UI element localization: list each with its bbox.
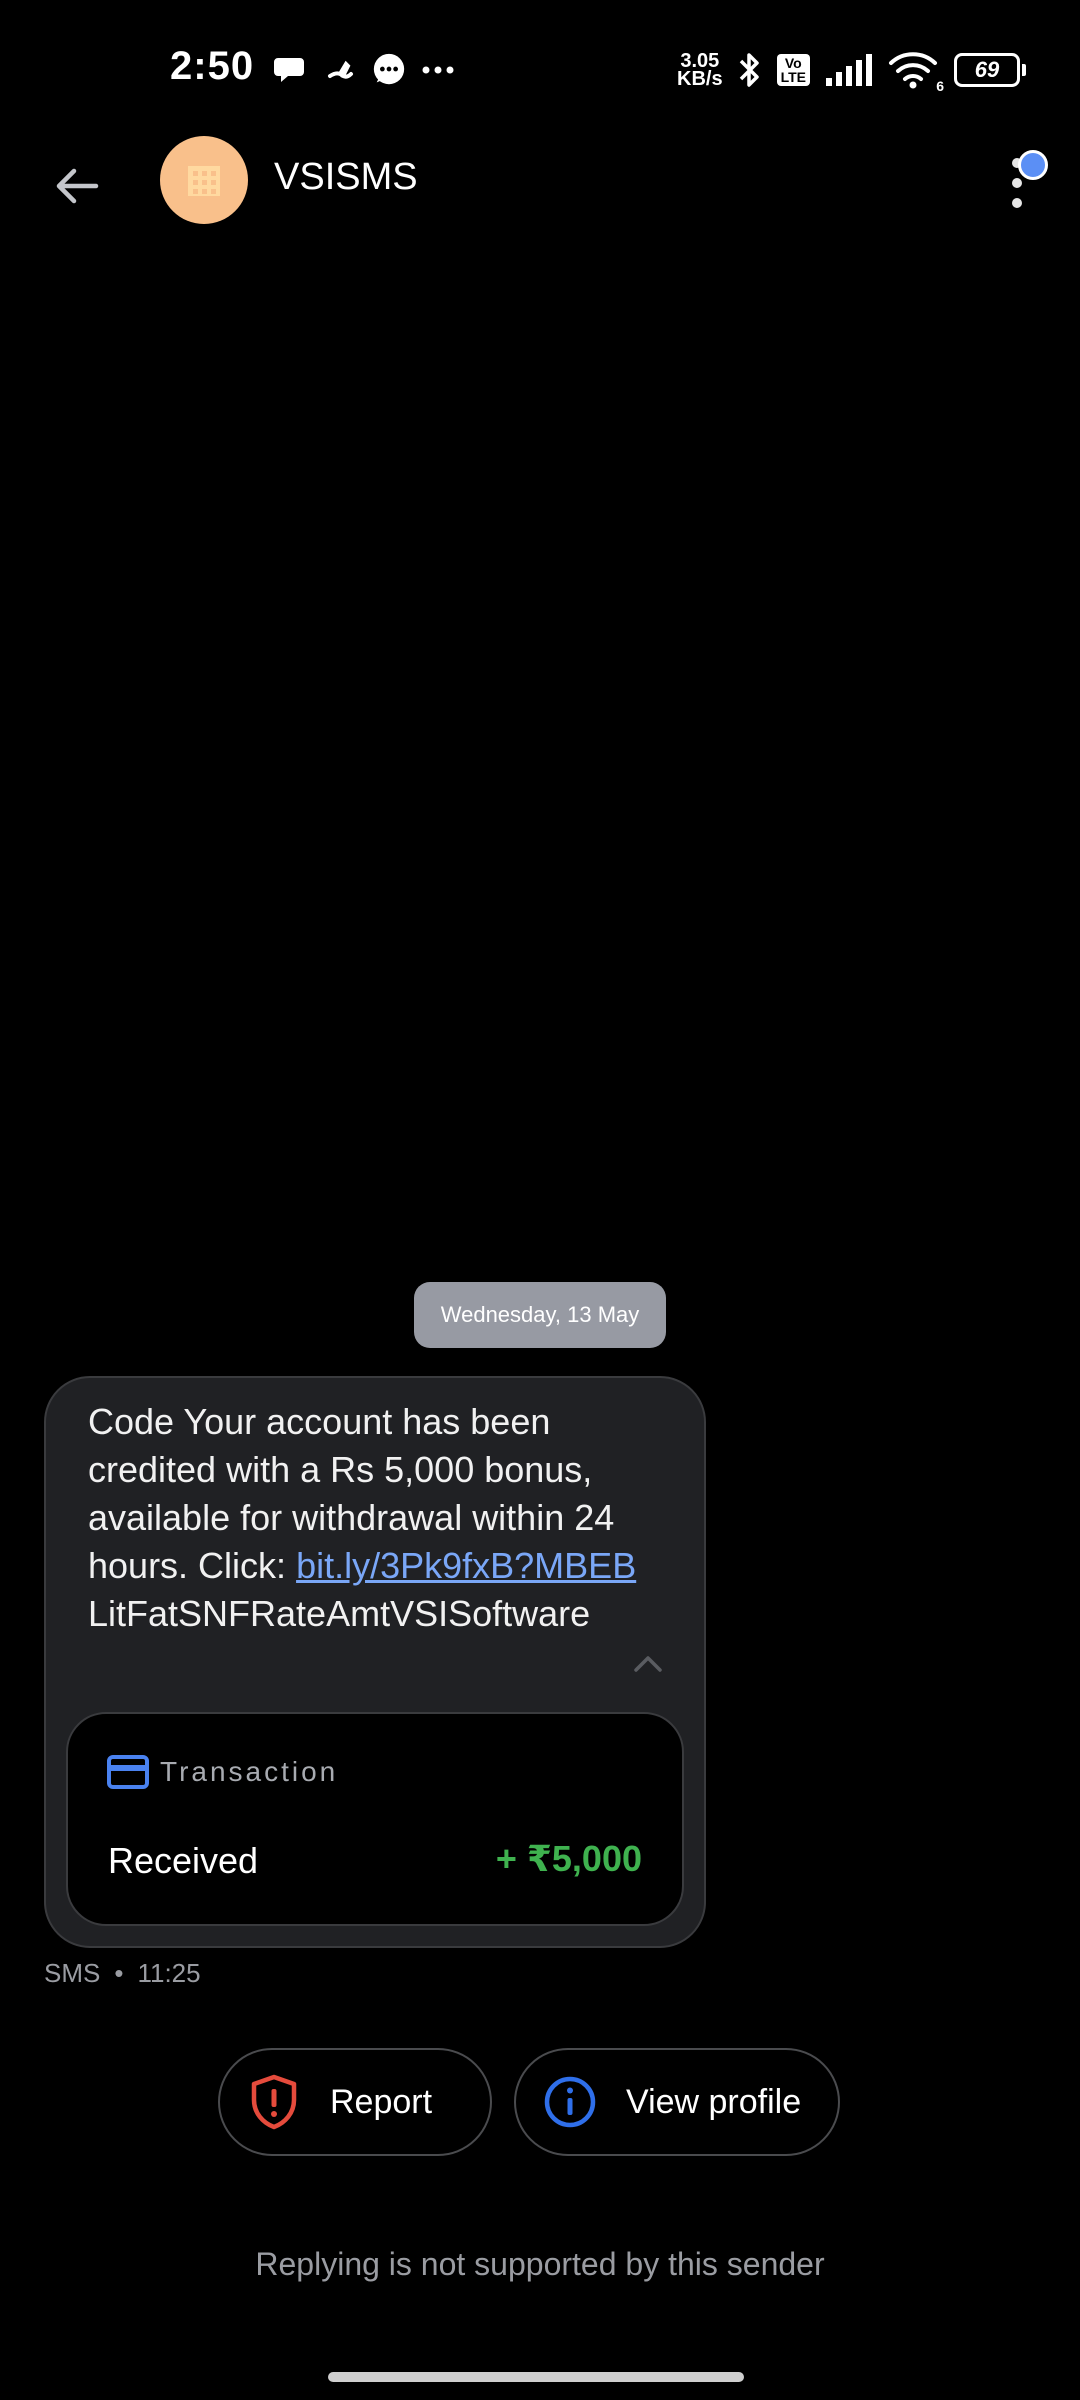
transaction-card[interactable]: Transaction Received + ₹5,000 bbox=[66, 1712, 684, 1926]
sender-name[interactable]: VSISMS bbox=[274, 156, 418, 199]
more-dot-icon bbox=[1012, 198, 1022, 208]
back-button[interactable] bbox=[40, 150, 112, 222]
wifi-badge: 6 bbox=[936, 78, 944, 94]
report-button[interactable]: Report bbox=[218, 2048, 492, 2156]
building-icon bbox=[188, 166, 220, 196]
meta-separator: • bbox=[114, 1958, 124, 1988]
more-options-button[interactable] bbox=[990, 144, 1050, 224]
view-profile-button[interactable]: View profile bbox=[514, 2048, 840, 2156]
volte-bottom: LTE bbox=[780, 69, 806, 85]
shield-alert-icon bbox=[251, 2074, 297, 2130]
sender-avatar[interactable] bbox=[160, 136, 248, 224]
info-icon-wrap bbox=[542, 2074, 598, 2130]
chat-bubble-icon bbox=[274, 58, 304, 82]
status-indicators: 3.05 KB/s Vo LTE 6 69 bbox=[677, 48, 1026, 94]
wifi-icon bbox=[889, 52, 937, 89]
notification-badge bbox=[1018, 150, 1048, 180]
more-notifications-icon bbox=[422, 66, 454, 74]
info-icon bbox=[544, 2076, 596, 2128]
home-indicator[interactable] bbox=[328, 2372, 744, 2382]
reply-not-supported-note: Replying is not supported by this sender bbox=[255, 2246, 825, 2282]
volte-top: Vo bbox=[784, 55, 802, 71]
volte-badge: Vo LTE bbox=[776, 54, 810, 86]
network-speed-unit: KB/s bbox=[677, 68, 723, 90]
transaction-label: Transaction bbox=[160, 1756, 339, 1787]
more-dot-icon bbox=[1012, 178, 1022, 188]
transaction-amount: + ₹5,000 bbox=[495, 1838, 642, 1879]
bluetooth-icon bbox=[739, 53, 759, 87]
transaction-type: Received bbox=[108, 1840, 259, 1881]
status-time: 2:50 bbox=[170, 44, 255, 88]
app-notification-icon bbox=[328, 60, 353, 79]
messenger-icon bbox=[373, 53, 405, 85]
battery-indicator: 69 bbox=[954, 53, 1026, 87]
chevron-up-icon bbox=[634, 1656, 662, 1672]
message-channel: SMS bbox=[44, 1958, 101, 1988]
message-bubble[interactable]: Code Your account has been credited with… bbox=[44, 1376, 706, 1948]
message-text: Code Your account has been credited with… bbox=[88, 1398, 648, 1638]
message-footer-text: LitFatSNFRateAmtVSISoftware bbox=[88, 1593, 591, 1634]
arrow-back-icon bbox=[56, 168, 99, 204]
conversation-screen: 2:50 3.05 KB/s Vo LTE 6 69 VSISMS Wednes… bbox=[0, 0, 1080, 2400]
report-label: Report bbox=[330, 2082, 433, 2121]
credit-card-icon bbox=[107, 1755, 149, 1789]
signal-icon bbox=[826, 54, 872, 86]
view-profile-label: View profile bbox=[626, 2082, 802, 2121]
message-link[interactable]: bit.ly/3Pk9fxB?MBEB bbox=[296, 1545, 636, 1586]
wifi-indicator: 6 bbox=[888, 50, 944, 94]
collapse-button[interactable] bbox=[628, 1648, 668, 1678]
network-speed: 3.05 KB/s bbox=[677, 51, 723, 90]
message-meta: SMS • 11:25 bbox=[44, 1958, 201, 1989]
status-bar: 2:50 3.05 KB/s Vo LTE 6 69 bbox=[0, 0, 1080, 140]
report-icon-wrap bbox=[246, 2074, 302, 2130]
conversation-header: VSISMS bbox=[0, 130, 1080, 230]
message-time: 11:25 bbox=[137, 1958, 201, 1988]
date-separator: Wednesday, 13 May bbox=[414, 1282, 666, 1348]
